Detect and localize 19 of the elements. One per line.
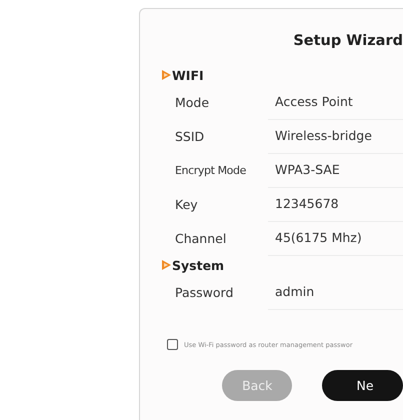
field-label: Key [175, 196, 199, 212]
arrow-icon [162, 70, 171, 80]
section-title: System [172, 258, 224, 272]
input-field[interactable]: Access Point [268, 84, 403, 120]
arrow-icon [162, 260, 171, 270]
field-label: Encrypt Mode [175, 164, 247, 176]
next-button[interactable]: Ne [322, 370, 403, 401]
input-field[interactable]: 45(6175 Mhz) [268, 220, 403, 256]
field-label: Password [175, 284, 234, 300]
checkbox[interactable] [167, 339, 178, 350]
dialog-title: Setup Wizard [292, 32, 403, 51]
field-label: Channel [175, 230, 228, 246]
section-title: WIFI [172, 68, 204, 82]
input-field[interactable]: Wireless-bridge [268, 118, 403, 154]
input-field[interactable]: WPA3-SAE [268, 152, 403, 188]
input-field[interactable]: 12345678 [268, 186, 403, 222]
field-label: Mode [175, 94, 210, 110]
field-label: SSID [175, 128, 206, 144]
input-field[interactable]: admin [268, 274, 403, 310]
